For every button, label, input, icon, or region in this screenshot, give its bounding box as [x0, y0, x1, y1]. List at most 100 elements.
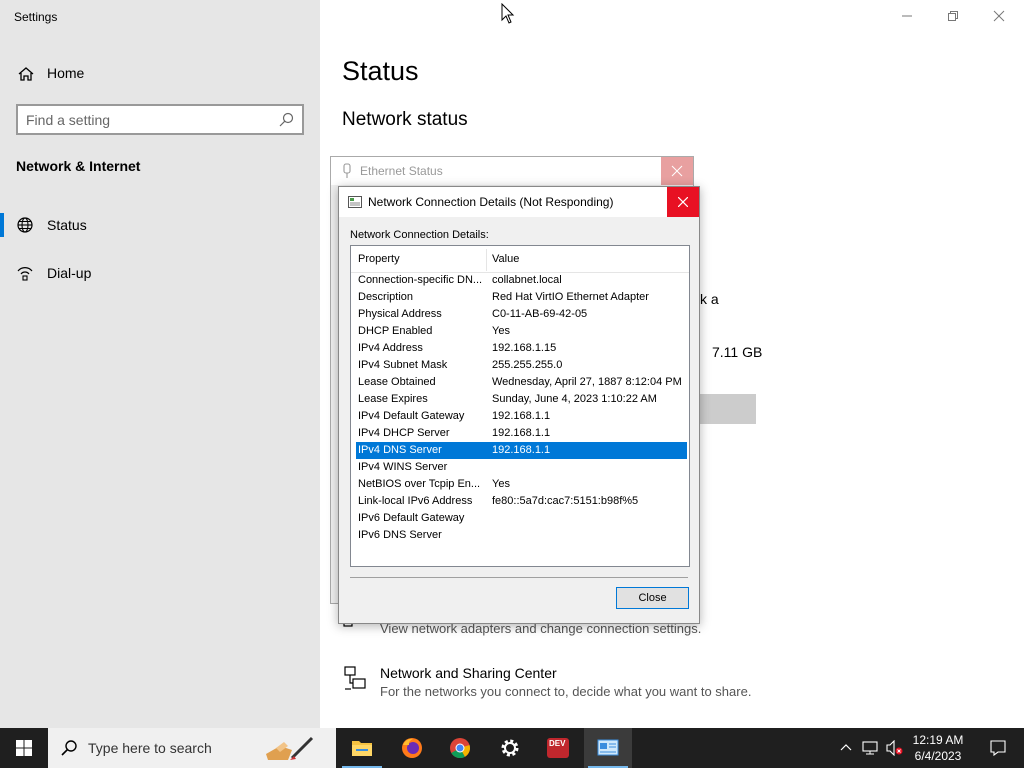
search-input[interactable]: [26, 110, 266, 130]
taskbar-search-box[interactable]: Type here to search: [48, 728, 336, 768]
ethernet-icon: [341, 163, 353, 179]
row-property: IPv6 Default Gateway: [358, 512, 465, 524]
details-titlebar[interactable]: Network Connection Details (Not Respondi…: [339, 187, 699, 217]
table-row[interactable]: IPv4 WINS Server: [351, 459, 689, 476]
row-value: 192.168.1.15: [492, 342, 557, 354]
row-property: IPv4 Default Gateway: [358, 410, 465, 422]
divider: [350, 577, 688, 578]
taskbar-chrome[interactable]: [436, 728, 484, 768]
row-property: IPv6 DNS Server: [358, 529, 442, 541]
table-row[interactable]: IPv6 Default Gateway: [351, 510, 689, 527]
ethernet-status-close-button[interactable]: [661, 157, 693, 185]
chevron-up-icon: [840, 744, 852, 751]
table-row[interactable]: IPv6 DNS Server: [351, 527, 689, 544]
table-row[interactable]: Link-local IPv6 Address fe80::5a7d:cac7:5…: [351, 493, 689, 510]
listview-header: Property Value: [351, 246, 689, 273]
row-value: Wednesday, April 27, 1887 8:12:04 PM: [492, 376, 682, 388]
sidebar-item-dialup[interactable]: Dial-up: [0, 256, 320, 290]
row-property: IPv4 Address: [358, 342, 423, 354]
taskbar-network-details[interactable]: [584, 728, 632, 768]
page-title: Status: [342, 56, 419, 86]
network-details-icon: [597, 739, 619, 756]
clock-time: 12:19 AM: [912, 733, 964, 747]
row-property: Physical Address: [358, 308, 442, 320]
row-value: 192.168.1.1: [492, 444, 551, 456]
minimize-button[interactable]: [884, 0, 930, 32]
details-listview[interactable]: Property Value Connection-specific DN...…: [350, 245, 690, 567]
table-row[interactable]: Description Red Hat VirtIO Ethernet Adapt…: [351, 289, 689, 306]
taskbar-clock[interactable]: 12:19 AM 6/4/2023: [906, 732, 970, 764]
partial-status-text: k a: [700, 291, 719, 307]
volume-tray-button[interactable]: [882, 728, 906, 768]
row-property: IPv4 Subnet Mask: [358, 359, 448, 371]
details-close-x-button[interactable]: [667, 187, 699, 217]
table-row[interactable]: IPv4 DHCP Server 192.168.1.1: [351, 425, 689, 442]
row-value: 192.168.1.1: [492, 427, 551, 439]
show-hidden-icons-button[interactable]: [834, 728, 858, 768]
row-property: NetBIOS over Tcpip En...: [358, 478, 481, 490]
table-row[interactable]: IPv4 Address 192.168.1.15: [351, 340, 689, 357]
taskbar-search-placeholder: Type here to search: [88, 740, 212, 756]
taskbar-dev-cpp[interactable]: DEV: [534, 728, 582, 768]
table-row[interactable]: IPv4 Default Gateway 192.168.1.1: [351, 408, 689, 425]
sidebar-item-status[interactable]: Status: [0, 208, 320, 242]
close-button[interactable]: Close: [616, 587, 689, 609]
window-icon: [348, 195, 362, 208]
details-label: Network Connection Details:: [350, 229, 489, 241]
file-explorer-icon: [352, 741, 372, 756]
table-row[interactable]: DHCP Enabled Yes: [351, 323, 689, 340]
mouse-cursor-icon: [501, 2, 515, 30]
globe-icon: [16, 216, 34, 234]
table-row-selected[interactable]: IPv4 DNS Server 192.168.1.1: [356, 442, 687, 459]
row-value: Yes: [492, 325, 510, 337]
table-row[interactable]: NetBIOS over Tcpip En... Yes: [351, 476, 689, 493]
column-header-property[interactable]: Property: [358, 253, 400, 265]
row-property: Connection-specific DN...: [358, 274, 483, 286]
window-controls: [884, 0, 1024, 32]
start-button[interactable]: [0, 728, 48, 768]
settings-icon: [501, 739, 519, 757]
taskbar-firefox[interactable]: [388, 728, 436, 768]
firefox-icon: [402, 738, 422, 758]
ethernet-status-title: Ethernet Status: [360, 164, 443, 178]
network-tray-button[interactable]: [858, 728, 882, 768]
chrome-icon: [450, 738, 470, 759]
restore-button[interactable]: [930, 0, 976, 32]
find-setting-search[interactable]: [16, 104, 304, 135]
row-property: DHCP Enabled: [358, 325, 433, 337]
table-row[interactable]: Lease Obtained Wednesday, April 27, 1887 …: [351, 374, 689, 391]
settings-sidebar: Settings Home Network & Internet Status …: [0, 0, 320, 728]
background-button[interactable]: [700, 394, 756, 424]
close-window-button[interactable]: [976, 0, 1022, 32]
table-row[interactable]: Connection-specific DN... collabnet.local: [351, 272, 689, 289]
volume-muted-icon: [886, 740, 903, 756]
action-center-button[interactable]: [978, 728, 1018, 768]
row-value: collabnet.local: [492, 274, 562, 286]
dev-cpp-label: DEV: [549, 739, 566, 748]
column-separator[interactable]: [486, 249, 487, 271]
section-heading: Network status: [342, 109, 468, 130]
column-header-value[interactable]: Value: [492, 253, 519, 265]
search-icon[interactable]: [278, 112, 294, 128]
ethernet-status-titlebar[interactable]: Ethernet Status: [331, 157, 693, 185]
dialup-icon: [16, 264, 34, 282]
row-value: fe80::5a7d:cac7:5151:b98f%5: [492, 495, 639, 507]
search-icon: [60, 739, 78, 762]
sharing-center-icon: [342, 665, 368, 691]
row-property: Lease Obtained: [358, 376, 436, 388]
row-property: IPv4 DHCP Server: [358, 427, 450, 439]
taskbar-file-explorer[interactable]: [338, 728, 386, 768]
sidebar-item-label: Status: [47, 217, 87, 233]
network-sharing-center-link[interactable]: Network and Sharing Center For the netwo…: [342, 665, 842, 715]
table-row[interactable]: Physical Address C0-11-AB-69-42-05: [351, 306, 689, 323]
table-row[interactable]: IPv4 Subnet Mask 255.255.255.0: [351, 357, 689, 374]
sidebar-item-label: Home: [47, 65, 85, 81]
app-title: Settings: [14, 10, 58, 24]
section-title: Network & Internet: [16, 158, 141, 174]
table-row[interactable]: Lease Expires Sunday, June 4, 2023 1:10:2…: [351, 391, 689, 408]
row-property: Lease Expires: [358, 393, 428, 405]
home-icon: [17, 65, 35, 83]
sidebar-item-home[interactable]: Home: [0, 58, 320, 90]
taskbar-settings[interactable]: [486, 728, 534, 768]
network-connection-details-dialog: Network Connection Details (Not Respondi…: [338, 186, 700, 624]
